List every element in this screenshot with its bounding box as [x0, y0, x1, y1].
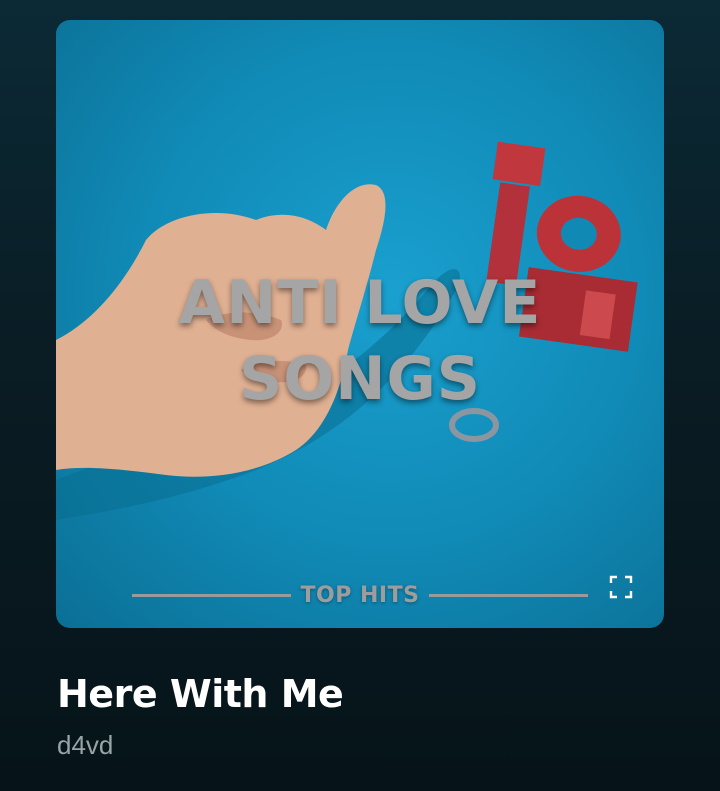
badge-rule-right	[429, 593, 589, 597]
track-title[interactable]: Here With Me	[57, 672, 344, 716]
badge-rule-left	[132, 593, 291, 597]
expand-icon	[609, 575, 633, 599]
playlist-artwork[interactable]: ANTI LOVE SONGS TOP HITS	[56, 20, 664, 628]
top-hits-badge: TOP HITS	[132, 578, 589, 612]
expand-button[interactable]	[606, 572, 636, 602]
track-artist[interactable]: d4vd	[57, 730, 113, 761]
headline-line-1: ANTI LOVE	[178, 268, 542, 338]
headline-line-2: SONGS	[239, 344, 481, 414]
badge-text: TOP HITS	[300, 582, 420, 608]
